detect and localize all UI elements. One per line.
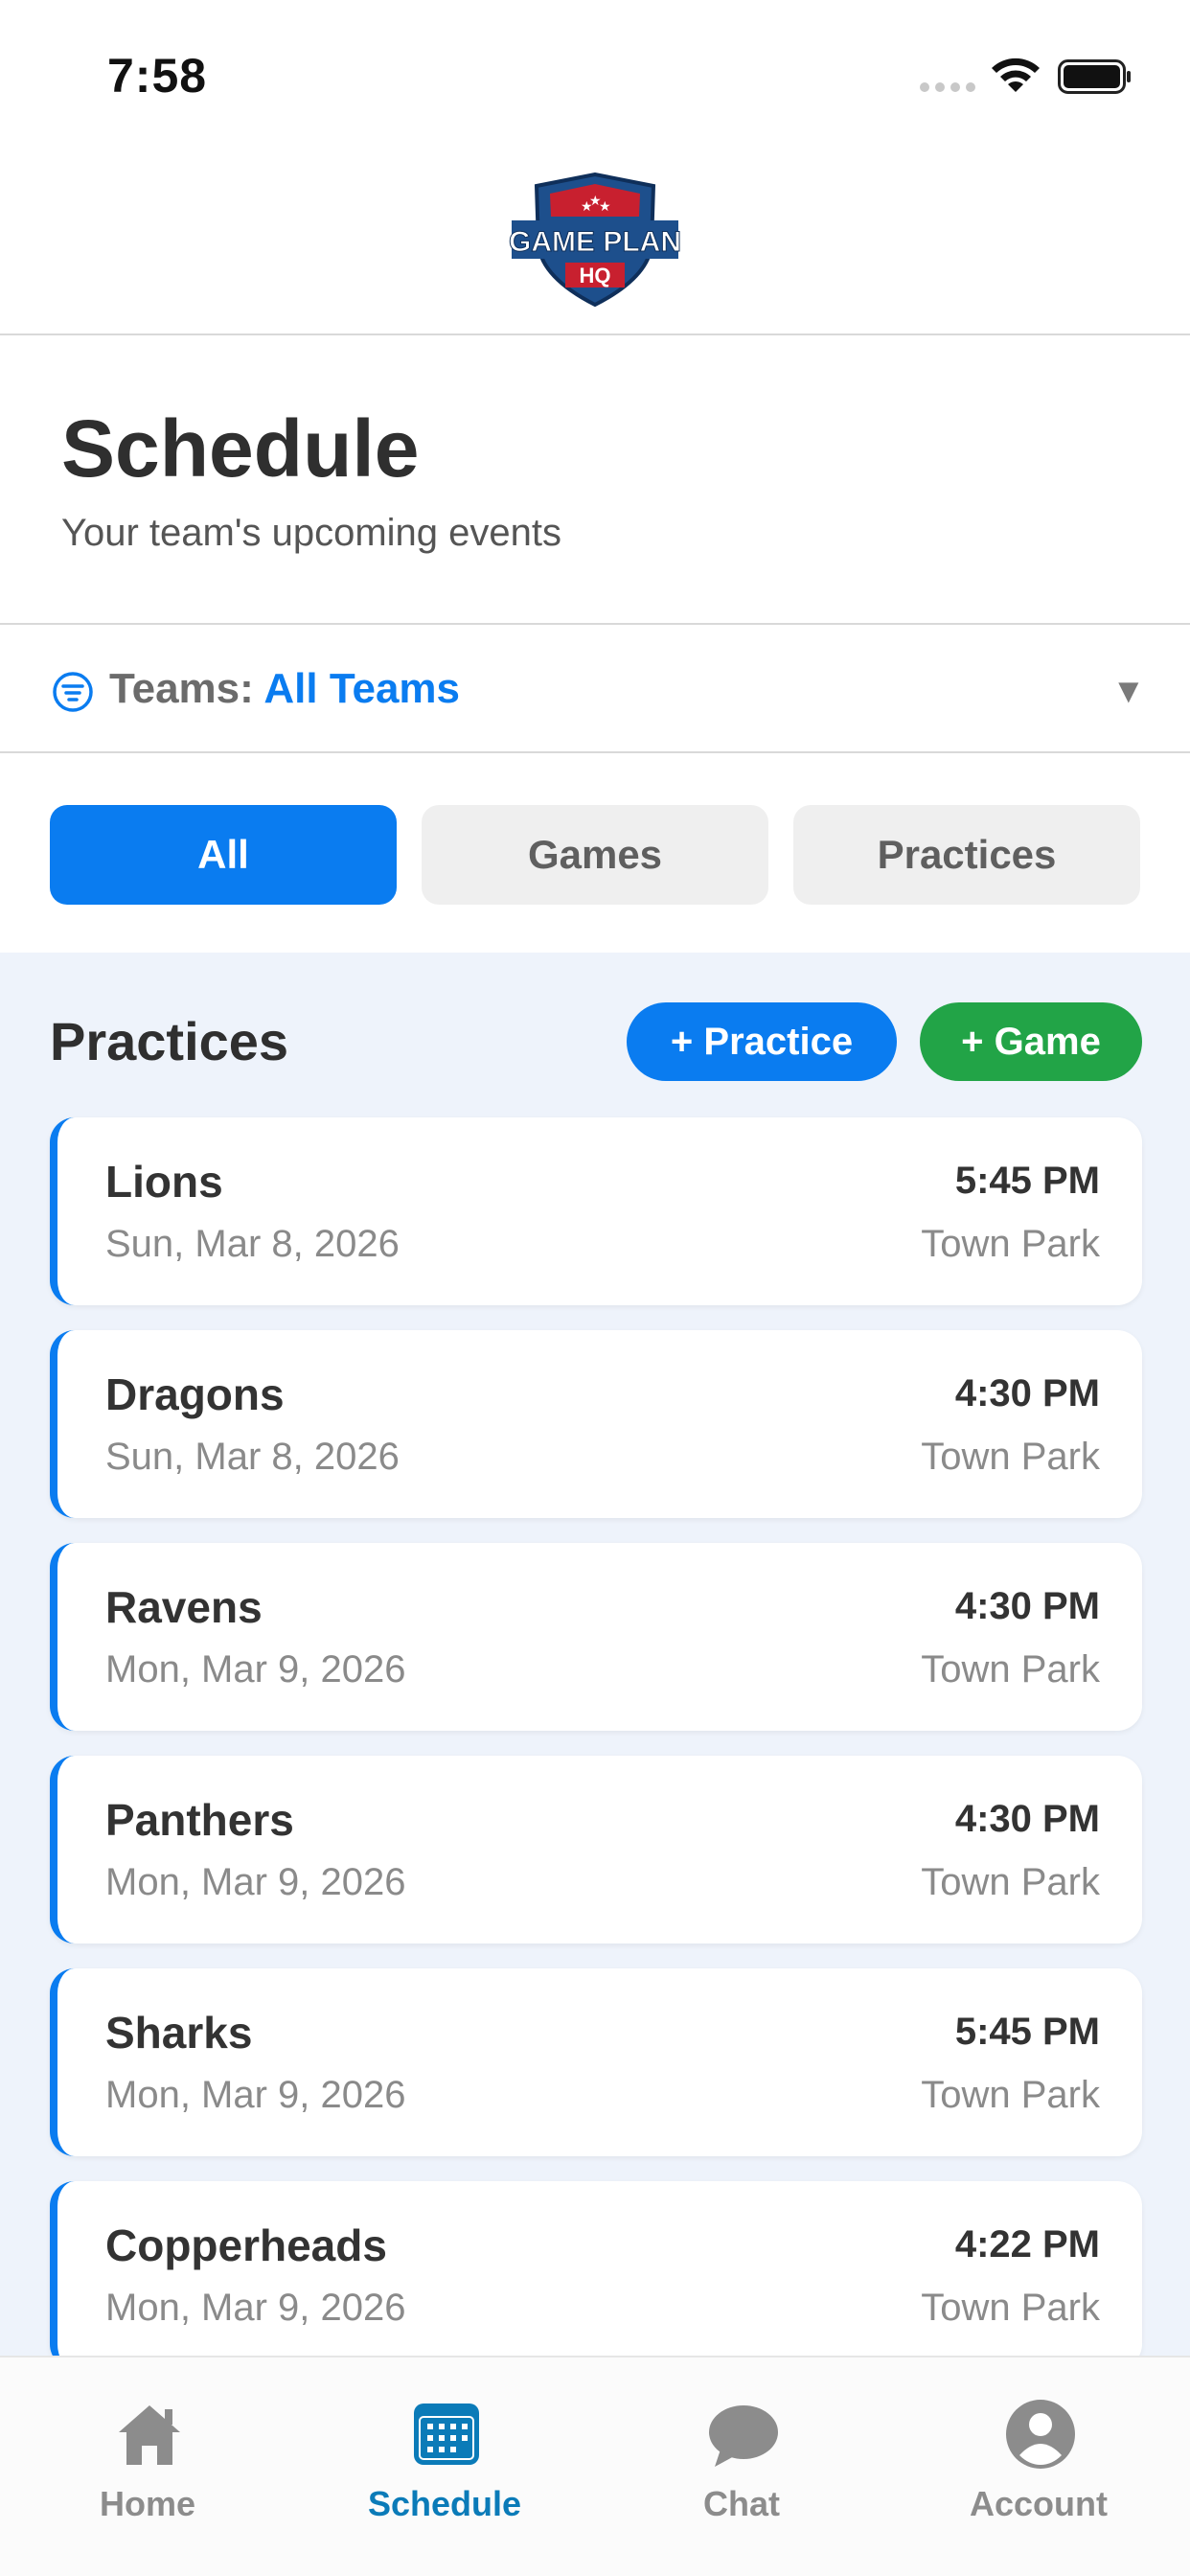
event-date: Sun, Mar 8, 2026 — [105, 1436, 400, 1478]
add-game-button[interactable]: + Game — [920, 1002, 1142, 1081]
event-card[interactable]: Ravens Mon, Mar 9, 2026 4:30 PM Town Par… — [50, 1543, 1142, 1731]
event-time: 4:30 PM — [954, 1798, 1100, 1840]
section-title: Practices — [50, 1011, 289, 1071]
event-location: Town Park — [921, 2287, 1100, 2329]
filter-icon — [53, 672, 93, 712]
status-bar: 7:58 — [0, 0, 1190, 144]
bottom-tab-bar: Home Schedule Chat Account — [0, 2356, 1190, 2576]
event-time: 5:45 PM — [954, 2011, 1100, 2053]
event-date: Sun, Mar 8, 2026 — [105, 1223, 400, 1265]
tab-home[interactable]: Home — [33, 2398, 263, 2532]
event-team: Panthers — [105, 1795, 294, 1845]
segment-all[interactable]: All — [50, 805, 397, 905]
event-time: 4:30 PM — [954, 1585, 1100, 1627]
tab-account[interactable]: Account — [924, 2398, 1154, 2532]
page-subtitle: Your team's upcoming events — [61, 512, 562, 554]
event-card[interactable]: Copperheads Mon, Mar 9, 2026 4:22 PM Tow… — [50, 2181, 1142, 2356]
tab-schedule[interactable]: Schedule — [330, 2398, 560, 2532]
event-card[interactable]: Lions Sun, Mar 8, 2026 5:45 PM Town Park — [50, 1117, 1142, 1305]
event-location: Town Park — [921, 1223, 1100, 1265]
tab-chat[interactable]: Chat — [627, 2398, 857, 2532]
tab-home-label: Home — [99, 2484, 196, 2523]
team-filter-dropdown[interactable]: Teams: All Teams ▼ — [0, 627, 1190, 753]
game-plan-hq-logo: ★ ★ ★ GAME PLAN HQ — [509, 172, 682, 307]
status-time: 7:58 — [107, 49, 208, 103]
event-location: Town Park — [921, 1648, 1100, 1690]
page-header: Schedule Your team's upcoming events — [0, 337, 1190, 625]
event-location: Town Park — [921, 1861, 1100, 1903]
event-date: Mon, Mar 9, 2026 — [105, 2074, 406, 2116]
segment-practices[interactable]: Practices — [793, 805, 1140, 905]
tab-chat-label: Chat — [703, 2484, 780, 2523]
event-date: Mon, Mar 9, 2026 — [105, 1648, 406, 1690]
event-list-section: Practices + Practice + Game Lions Sun, M… — [0, 953, 1190, 2356]
team-filter-value: All Teams — [263, 665, 461, 712]
chat-bubble-icon — [709, 2405, 778, 2467]
event-time: 5:45 PM — [954, 1160, 1100, 1202]
tab-schedule-label: Schedule — [367, 2484, 522, 2523]
page-title: Schedule — [61, 403, 420, 494]
event-time: 4:30 PM — [954, 1372, 1100, 1414]
event-time: 4:22 PM — [954, 2223, 1100, 2266]
event-team: Sharks — [105, 2008, 253, 2058]
home-icon — [119, 2405, 180, 2465]
battery-icon — [1058, 59, 1131, 94]
team-filter-label: Teams: All Teams — [109, 665, 460, 713]
event-card[interactable]: Panthers Mon, Mar 9, 2026 4:30 PM Town P… — [50, 1756, 1142, 1944]
app-header: ★ ★ ★ GAME PLAN HQ — [0, 144, 1190, 335]
calendar-icon — [414, 2404, 479, 2465]
cellular-signal-icon — [920, 79, 975, 94]
tab-account-label: Account — [970, 2484, 1108, 2523]
event-date: Mon, Mar 9, 2026 — [105, 2287, 406, 2329]
svg-text:HQ: HQ — [580, 264, 611, 288]
event-team: Dragons — [105, 1369, 285, 1419]
svg-text:GAME PLAN: GAME PLAN — [509, 226, 681, 258]
wifi-icon — [992, 58, 1040, 92]
event-team: Ravens — [105, 1582, 263, 1632]
chevron-down-icon: ▼ — [1111, 671, 1146, 710]
event-card[interactable]: Sharks Mon, Mar 9, 2026 5:45 PM Town Par… — [50, 1968, 1142, 2156]
event-location: Town Park — [921, 2074, 1100, 2116]
event-team: Copperheads — [105, 2220, 387, 2270]
event-team: Lions — [105, 1157, 223, 1207]
svg-text:★: ★ — [599, 199, 611, 215]
account-icon — [1006, 2400, 1075, 2469]
team-filter-prefix: Teams: — [109, 665, 254, 712]
event-location: Town Park — [921, 1436, 1100, 1478]
add-practice-button[interactable]: + Practice — [627, 1002, 897, 1081]
segment-games[interactable]: Games — [422, 805, 768, 905]
event-type-segmented-control: All Games Practices — [0, 755, 1190, 953]
event-card[interactable]: Dragons Sun, Mar 8, 2026 4:30 PM Town Pa… — [50, 1330, 1142, 1518]
event-date: Mon, Mar 9, 2026 — [105, 1861, 406, 1903]
